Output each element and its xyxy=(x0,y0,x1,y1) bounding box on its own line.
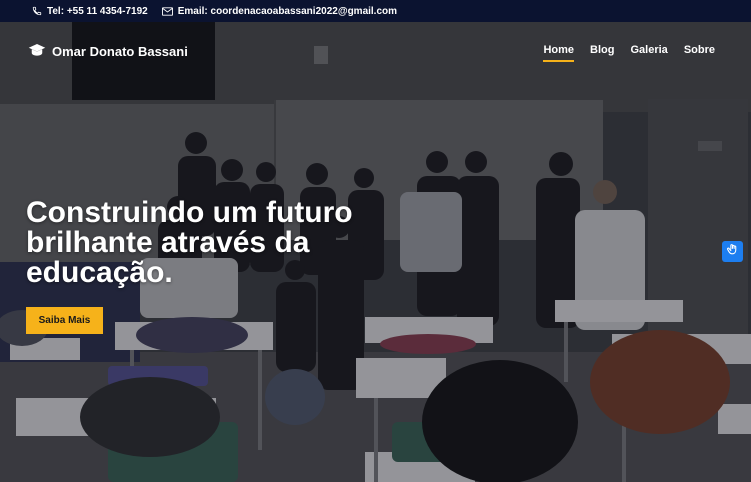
headline-line-2: brilhante através da xyxy=(26,226,310,259)
accessibility-button[interactable] xyxy=(722,241,743,262)
headline-line-1: Construindo um futuro xyxy=(26,196,353,229)
saiba-mais-button[interactable]: Saiba Mais xyxy=(26,307,103,334)
headline-line-3: educação. xyxy=(26,256,173,289)
nav-link-home[interactable]: Home xyxy=(543,44,574,62)
top-contact-bar: Tel: +55 11 4354-7192 Email: coordenacao… xyxy=(0,0,751,22)
nav-link-sobre[interactable]: Sobre xyxy=(684,44,715,62)
phone-text: Tel: +55 11 4354-7192 xyxy=(47,5,148,17)
brand-name: Omar Donato Bassani xyxy=(52,44,188,59)
nav-link-blog[interactable]: Blog xyxy=(590,44,614,62)
nav-menu: Home Blog Galeria Sobre xyxy=(543,44,715,62)
graduation-cap-icon xyxy=(28,43,46,60)
main-navigation: Omar Donato Bassani Home Blog Galeria So… xyxy=(0,22,751,82)
envelope-icon xyxy=(161,6,173,16)
accessibility-hand-icon xyxy=(726,243,739,261)
email-text: Email: coordenacaoabassani2022@gmail.com xyxy=(177,5,398,17)
hero-headline: Construindo um futuro brilhante através … xyxy=(26,198,386,288)
phone-icon xyxy=(32,6,42,16)
email-contact[interactable]: Email: coordenacaoabassani2022@gmail.com xyxy=(161,5,398,17)
hero-section: Omar Donato Bassani Home Blog Galeria So… xyxy=(0,22,751,482)
nav-link-galeria[interactable]: Galeria xyxy=(631,44,668,62)
site-brand[interactable]: Omar Donato Bassani xyxy=(28,43,188,60)
phone-contact[interactable]: Tel: +55 11 4354-7192 xyxy=(32,6,148,17)
